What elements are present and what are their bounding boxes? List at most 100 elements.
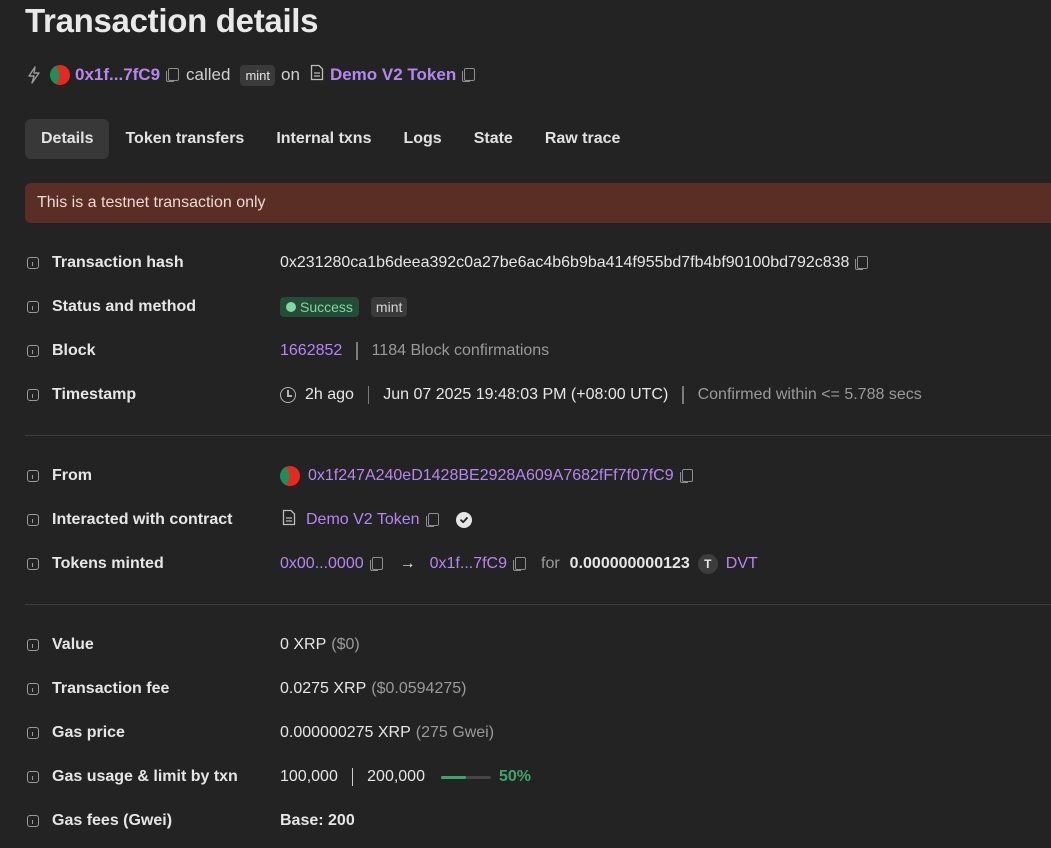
tab-bar: Details Token transfers Internal txns Lo… (25, 119, 636, 159)
clock-icon (280, 387, 296, 403)
status-text: Success (300, 299, 353, 315)
row-label: Tokens minted (52, 555, 164, 572)
testnet-banner: This is a testnet transaction only (25, 183, 1051, 223)
row-value: Value 0 XRP ($0) (27, 633, 1047, 657)
row-from: From 0x1f247A240eD1428BE2928A609A7682fFf… (27, 464, 1047, 488)
mint-to-address-link[interactable]: 0x1f...7fC9 (430, 555, 507, 573)
row-label: Status and method (52, 298, 197, 315)
gas-usage-bar (440, 775, 491, 779)
status-badge: Success (280, 297, 359, 317)
copy-icon[interactable] (166, 68, 180, 82)
timestamp-relative: 2h ago (305, 386, 354, 403)
token-amount: 0.000000000123 (569, 555, 690, 572)
from-address-link[interactable]: 0x1f...7fC9 (75, 65, 160, 85)
copy-icon[interactable] (855, 256, 869, 270)
row-label: Gas price (52, 724, 125, 741)
row-label: Transaction fee (52, 680, 170, 697)
row-gas-fees: Gas fees (Gwei) Base: 200 (27, 809, 1047, 833)
lightning-icon (26, 66, 42, 84)
method-badge: mint (370, 297, 408, 317)
contract-link[interactable]: Demo V2 Token (330, 65, 456, 85)
info-icon[interactable] (27, 514, 39, 526)
info-icon[interactable] (27, 727, 39, 739)
contract-doc-icon (310, 64, 324, 86)
row-label: Transaction hash (52, 254, 184, 271)
gas-fees-base: Base: 200 (280, 812, 355, 829)
gas-price-amount: 0.000000275 XRP (280, 724, 411, 741)
info-icon[interactable] (27, 639, 39, 651)
separator (351, 768, 354, 786)
section-divider (25, 435, 1051, 436)
separator (682, 386, 684, 404)
from-address-link[interactable]: 0x1f247A240eD1428BE2928A609A7682fFf7f07f… (308, 467, 674, 485)
info-icon[interactable] (27, 815, 39, 827)
copy-icon[interactable] (679, 469, 693, 483)
gas-used: 100,000 (280, 768, 338, 785)
fee-usd: ($0.0594275) (371, 680, 467, 697)
tab-state[interactable]: State (458, 119, 529, 159)
info-icon[interactable] (27, 257, 39, 269)
arrow-right-icon: → (399, 555, 416, 572)
separator (356, 342, 358, 360)
tab-token-transfers[interactable]: Token transfers (109, 119, 260, 159)
token-symbol-link[interactable]: DVT (726, 555, 758, 573)
contract-doc-icon (282, 509, 296, 531)
info-icon[interactable] (27, 301, 39, 313)
copy-icon[interactable] (425, 513, 439, 527)
method-chip: mint (240, 64, 276, 86)
info-icon[interactable] (27, 470, 39, 482)
row-label: Timestamp (52, 386, 137, 403)
for-text: for (541, 555, 560, 572)
copy-icon[interactable] (462, 68, 476, 82)
separator (367, 386, 370, 404)
transaction-hash-value: 0x231280ca1b6deea392c0a27be6ac4b6b9ba414… (280, 254, 850, 271)
copy-icon[interactable] (513, 557, 526, 571)
contract-link[interactable]: Demo V2 Token (306, 511, 420, 529)
confirmation-time: Confirmed within <= 5.788 secs (697, 386, 922, 403)
row-timestamp: Timestamp 2h ago Jun 07 2025 19:48:03 PM… (27, 383, 1047, 407)
mint-from-address-link[interactable]: 0x00...0000 (280, 555, 364, 573)
section-divider (25, 604, 1051, 605)
fee-amount: 0.0275 XRP (280, 680, 367, 697)
token-icon: T (697, 554, 718, 574)
row-label: From (52, 467, 92, 484)
gas-limit: 200,000 (367, 768, 425, 785)
info-icon[interactable] (27, 683, 39, 695)
info-icon[interactable] (27, 345, 39, 357)
value-amount: 0 XRP (280, 636, 327, 653)
row-label: Value (52, 636, 94, 653)
row-label: Gas usage & limit by txn (52, 768, 238, 785)
info-icon[interactable] (27, 558, 39, 570)
called-text: called (186, 65, 231, 84)
block-confirmations: 1184 Block confirmations (371, 342, 550, 359)
address-avatar (50, 65, 70, 85)
page-title: Transaction details (25, 2, 319, 39)
verified-check-icon (455, 512, 472, 528)
gas-usage-fill (440, 775, 466, 779)
row-label: Gas fees (Gwei) (52, 812, 173, 829)
row-block: Block 1662852 1184 Block confirmations (27, 339, 1047, 363)
gas-usage-percent: 50% (498, 768, 532, 785)
tab-details[interactable]: Details (25, 119, 110, 159)
on-text: on (281, 65, 300, 84)
block-number-link[interactable]: 1662852 (280, 342, 342, 360)
copy-icon[interactable] (369, 557, 383, 571)
row-contract: Interacted with contract Demo V2 Token (27, 508, 1047, 532)
info-icon[interactable] (27, 771, 39, 783)
value-usd: ($0) (331, 636, 360, 653)
row-transaction-hash: Transaction hash 0x231280ca1b6deea392c0a… (27, 251, 1047, 275)
gas-price-gwei: (275 Gwei) (415, 724, 495, 741)
row-gas-usage: Gas usage & limit by txn 100,000 200,000… (27, 765, 1047, 789)
tab-internal-txns[interactable]: Internal txns (260, 119, 387, 159)
tab-logs[interactable]: Logs (387, 119, 457, 159)
row-label: Interacted with contract (52, 511, 233, 528)
check-circle-icon (286, 302, 296, 312)
row-status-method: Status and method Success mint (27, 295, 1047, 319)
tab-raw-trace[interactable]: Raw trace (529, 119, 637, 159)
row-tokens-minted: Tokens minted 0x00...0000 → 0x1f...7fC9 … (27, 552, 1047, 576)
timestamp-absolute: Jun 07 2025 19:48:03 PM (+08:00 UTC) (383, 386, 669, 403)
row-gas-price: Gas price 0.000000275 XRP (275 Gwei) (27, 721, 1047, 745)
info-icon[interactable] (27, 389, 39, 401)
row-transaction-fee: Transaction fee 0.0275 XRP ($0.0594275) (27, 677, 1047, 701)
row-label: Block (52, 342, 96, 359)
